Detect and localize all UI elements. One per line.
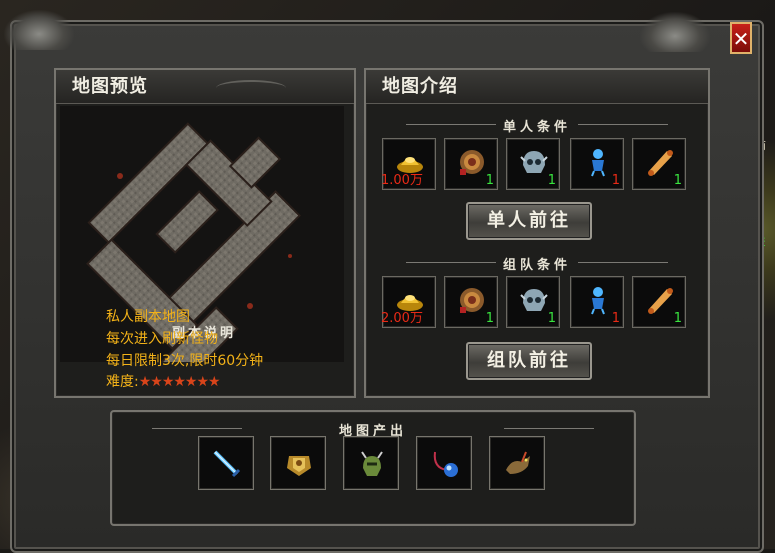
requirement-qty: 1 <box>611 173 620 188</box>
difficulty-line: 难度:★★★★★★★ <box>106 371 221 391</box>
requirement-slot[interactable]: 1 <box>506 276 560 328</box>
requirement-qty: 1 <box>547 311 556 326</box>
requirement-slot[interactable]: 1 <box>570 138 624 190</box>
beast-mount-icon <box>502 448 534 480</box>
output-item-slot[interactable] <box>489 436 545 490</box>
requirement-slot[interactable]: 1 <box>632 276 686 328</box>
difficulty-label: 难度: <box>106 374 139 390</box>
requirement-slot[interactable]: 1 <box>632 138 686 190</box>
map-intro-panel: 地图介绍 单人条件 1.00万 1 1 1 1 单人前往 组队条件 2.00万 1 1 1 1 … <box>364 68 710 398</box>
desc-line-3: 每日限制3次,限时60分钟 <box>106 353 264 369</box>
solo-enter-button[interactable]: 单人前往 <box>466 202 592 240</box>
requirement-slot[interactable]: 2.00万 <box>381 276 436 328</box>
map-intro-title: 地图介绍 <box>366 70 708 104</box>
blue-figure-icon <box>583 285 613 315</box>
golden-armor-icon <box>283 448 315 480</box>
team-enter-button[interactable]: 组队前往 <box>466 342 592 380</box>
desc-line-2: 每次进入刷新怪物 <box>106 331 218 347</box>
requirement-qty: 1 <box>673 173 682 188</box>
requirement-slot[interactable]: 1.00万 <box>381 138 436 190</box>
requirement-slot[interactable]: 1 <box>570 276 624 328</box>
title-dragon-ornament-icon <box>216 80 286 96</box>
skull-helmet-icon <box>519 147 549 177</box>
medal-icon <box>457 285 487 315</box>
requirement-qty: 1 <box>673 311 682 326</box>
requirement-cost: 2.00万 <box>381 311 423 326</box>
dragon-ornament-left-icon <box>4 10 74 50</box>
map-preview-panel: 地图预览 副本说明 私人副本地图 每次进入刷新怪物 每日限制3次,限时60分钟 … <box>54 68 356 398</box>
close-button[interactable]: ✕ <box>730 22 752 54</box>
requirement-qty: 1 <box>485 173 494 188</box>
orb-necklace-icon <box>429 448 461 480</box>
requirement-qty: 1 <box>485 311 494 326</box>
map-preview-title: 地图预览 <box>56 70 354 104</box>
green-helmet-icon <box>356 448 388 480</box>
medal-icon <box>457 147 487 177</box>
output-item-slot[interactable] <box>198 436 254 490</box>
solo-conditions-header: 单人条件 <box>366 116 708 135</box>
scroll-icon <box>645 147 675 177</box>
requirement-slot[interactable]: 1 <box>506 138 560 190</box>
requirement-slot[interactable]: 1 <box>444 138 498 190</box>
requirement-cost: 1.00万 <box>381 173 423 188</box>
scroll-icon <box>645 285 675 315</box>
team-conditions-header: 组队条件 <box>366 254 708 273</box>
output-item-slot[interactable] <box>343 436 399 490</box>
requirement-qty: 1 <box>611 311 620 326</box>
skull-helmet-icon <box>519 285 549 315</box>
blue-figure-icon <box>583 147 613 177</box>
requirement-slot[interactable]: 1 <box>444 276 498 328</box>
output-item-slot[interactable] <box>270 436 326 490</box>
output-item-slot[interactable] <box>416 436 472 490</box>
difficulty-stars: ★★★★★★★ <box>138 374 221 390</box>
desc-line-1: 私人副本地图 <box>106 309 190 325</box>
requirement-qty: 1 <box>547 173 556 188</box>
dragon-ornament-right-icon <box>640 12 710 52</box>
blue-sword-icon <box>211 448 243 480</box>
